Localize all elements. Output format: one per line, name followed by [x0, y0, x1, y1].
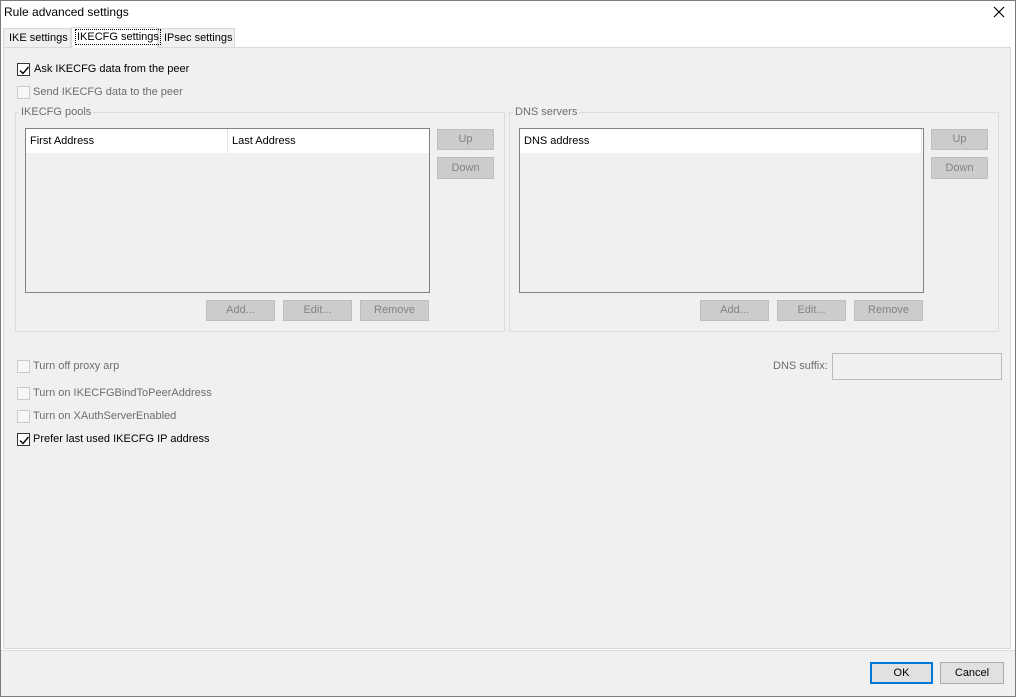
prefer-last-ip-checkbox[interactable]	[17, 433, 30, 446]
dns-down-button[interactable]: Down	[931, 157, 988, 179]
ikecfg-pools-legend: IKECFG pools	[19, 106, 94, 118]
ask-ikecfg-label: Ask IKECFG data from the peer	[34, 63, 190, 75]
cancel-button[interactable]: Cancel	[940, 662, 1004, 684]
tab-ipsec-settings[interactable]: IPsec settings	[158, 28, 235, 48]
column-divider[interactable]	[921, 129, 922, 153]
pools-remove-button[interactable]: Remove	[360, 300, 429, 321]
dns-servers-legend: DNS servers	[513, 106, 580, 118]
dns-edit-button[interactable]: Edit...	[777, 300, 846, 321]
column-dns-address[interactable]: DNS address	[520, 129, 920, 153]
proxy-arp-label: Turn off proxy arp	[33, 360, 120, 372]
dns-suffix-label: DNS suffix:	[773, 360, 828, 372]
dns-suffix-input[interactable]	[832, 353, 1002, 380]
column-last-address[interactable]: Last Address	[228, 129, 428, 153]
check-icon	[19, 66, 30, 75]
tab-label: IKECFG settings	[75, 29, 161, 45]
dns-add-button[interactable]: Add...	[700, 300, 769, 321]
ikecfg-pools-list[interactable]: First Address Last Address	[25, 128, 430, 293]
proxy-arp-checkbox[interactable]	[17, 360, 30, 373]
pools-add-button[interactable]: Add...	[206, 300, 275, 321]
dns-up-button[interactable]: Up	[931, 129, 988, 150]
xauth-server-checkbox[interactable]	[17, 410, 30, 423]
column-first-address[interactable]: First Address	[26, 129, 228, 153]
tab-label: IPsec settings	[164, 32, 233, 44]
close-icon[interactable]	[988, 3, 1010, 23]
dns-servers-list[interactable]: DNS address	[519, 128, 924, 293]
tab-ike-settings[interactable]: IKE settings	[3, 28, 71, 48]
xauth-server-label: Turn on XAuthServerEnabled	[33, 410, 177, 422]
send-ikecfg-checkbox[interactable]	[17, 86, 30, 99]
bind-peer-address-label: Turn on IKECFGBindToPeerAddress	[33, 387, 212, 399]
tab-ikecfg-settings[interactable]: IKECFG settings	[71, 27, 161, 48]
check-icon	[19, 436, 30, 445]
send-ikecfg-label: Send IKECFG data to the peer	[33, 86, 183, 98]
ask-ikecfg-checkbox[interactable]	[17, 63, 30, 76]
pools-down-button[interactable]: Down	[437, 157, 494, 179]
pools-up-button[interactable]: Up	[437, 129, 494, 150]
list-header: First Address Last Address	[26, 129, 429, 153]
prefer-last-ip-label: Prefer last used IKECFG IP address	[33, 433, 210, 445]
dns-remove-button[interactable]: Remove	[854, 300, 923, 321]
pools-edit-button[interactable]: Edit...	[283, 300, 352, 321]
bind-peer-address-checkbox[interactable]	[17, 387, 30, 400]
tab-label: IKE settings	[9, 32, 68, 44]
title-bar	[1, 1, 1015, 27]
window-title: Rule advanced settings	[4, 5, 129, 19]
ok-button[interactable]: OK	[870, 662, 933, 684]
list-header: DNS address	[520, 129, 923, 153]
button-bar	[1, 650, 1015, 696]
